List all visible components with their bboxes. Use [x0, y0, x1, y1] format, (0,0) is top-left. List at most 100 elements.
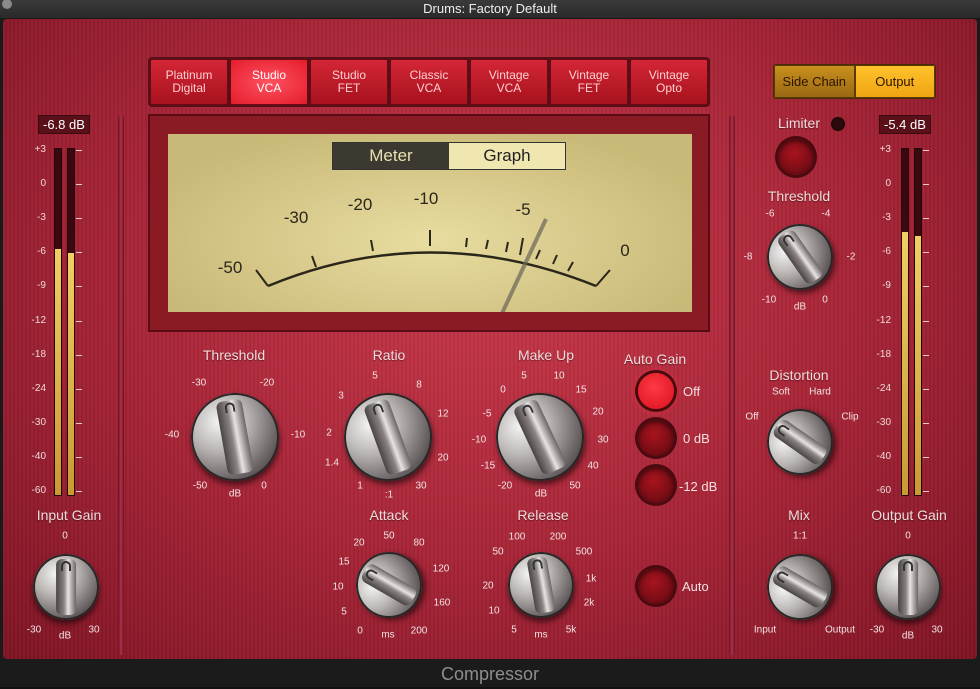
meter-scale-mark [923, 354, 929, 356]
side-chain-button[interactable]: Side Chain [774, 65, 855, 98]
auto-release-button[interactable] [638, 568, 674, 604]
model-vintage-opto[interactable]: Vintage Opto [630, 59, 708, 105]
right-divider [729, 115, 735, 655]
attack-tick: 5 [341, 606, 347, 618]
threshold-tick: -20 [259, 377, 275, 389]
makeup-tick: -10 [471, 434, 487, 446]
input-gain-tick: -30 [26, 624, 42, 636]
meter-scale-mark [76, 218, 82, 220]
release-tick: 2k [583, 597, 595, 609]
distortion-knob[interactable] [754, 396, 846, 488]
model-studio-vca[interactable]: Studio VCA [230, 59, 308, 105]
input-meter-left [54, 148, 62, 496]
left-divider [118, 115, 124, 655]
vu-tick-label: -10 [413, 189, 439, 208]
model-platinum-digital[interactable]: Platinum Digital [150, 59, 228, 105]
ratio-tick: 30 [415, 480, 427, 492]
meter-scale-mark [76, 184, 82, 186]
release-tick: 50 [492, 546, 504, 558]
threshold-tick: 0 [261, 480, 267, 492]
threshold-knob[interactable] [184, 386, 286, 488]
meter-scale-mark [923, 252, 929, 254]
mix-knob[interactable] [754, 541, 846, 633]
auto-gain-minus12db-label: -12 dB [679, 479, 718, 494]
output-gain-knob[interactable] [875, 554, 941, 620]
meter-scale-label: -18 [876, 348, 891, 360]
meter-display: Meter Graph -50 -30 -20 -10 -5 0 [148, 114, 710, 332]
distortion-tick: Off [745, 411, 759, 423]
limiter-threshold-tick: -8 [743, 251, 753, 263]
ratio-knob[interactable] [331, 380, 445, 494]
limiter-threshold-tick: -2 [846, 251, 856, 263]
meter-scale-label: -12 [876, 314, 891, 326]
auto-gain-minus12db-button[interactable] [638, 467, 674, 503]
attack-tick: 20 [353, 537, 365, 549]
attack-tick: 15 [338, 556, 350, 568]
release-tick: 20 [482, 580, 494, 592]
window-title: Drums: Factory Default [423, 1, 557, 16]
release-unit: ms [534, 629, 548, 641]
release-tick: 100 [508, 531, 526, 543]
vu-tick-label: -30 [283, 208, 309, 227]
threshold-label: Threshold [202, 347, 266, 363]
makeup-tick: -5 [482, 408, 492, 420]
title-bar: Drums: Factory Default [0, 0, 980, 18]
meter-scale-mark [76, 491, 82, 492]
meter-scale-mark [76, 286, 82, 288]
model-selector: Platinum Digital Studio VCA Studio FET C… [148, 57, 710, 107]
limiter-threshold-tick: -6 [765, 208, 775, 220]
ratio-tick: 3 [338, 390, 344, 402]
limiter-threshold-unit: dB [793, 301, 807, 313]
release-label: Release [517, 507, 569, 523]
input-gain-knob[interactable] [33, 554, 99, 620]
limiter-threshold-knob[interactable] [754, 211, 846, 303]
output-button[interactable]: Output [854, 65, 935, 98]
vu-needle [500, 218, 548, 312]
model-studio-fet[interactable]: Studio FET [310, 59, 388, 105]
ratio-label: Ratio [372, 347, 406, 363]
auto-gain-off-button[interactable] [638, 373, 674, 409]
model-vintage-vca[interactable]: Vintage VCA [470, 59, 548, 105]
meter-scale-label: -18 [31, 348, 46, 360]
meter-scale-mark [923, 184, 929, 186]
vu-tick-label: -5 [515, 200, 531, 219]
makeup-tick: 0 [500, 384, 506, 396]
limiter-button[interactable] [778, 139, 814, 175]
auto-gain-0db-button[interactable] [638, 420, 674, 456]
meter-scale-mark [76, 252, 82, 254]
model-classic-vca[interactable]: Classic VCA [390, 59, 468, 105]
close-icon[interactable] [2, 0, 12, 9]
release-tick: 500 [575, 546, 593, 558]
compressor-panel: Platinum Digital Studio VCA Studio FET C… [3, 19, 977, 659]
meter-scale-label: -3 [37, 212, 46, 224]
meter-scale-mark [76, 388, 82, 390]
output-gain-unit: dB [901, 630, 915, 642]
attack-tick: 120 [432, 563, 450, 575]
limiter-threshold-label: Threshold [767, 188, 831, 204]
meter-scale-mark [923, 491, 929, 492]
input-level-readout: -6.8 dB [38, 115, 90, 134]
meter-scale-label: -30 [876, 416, 891, 428]
output-level-readout: -5.4 dB [879, 115, 931, 134]
makeup-knob[interactable] [481, 378, 599, 496]
meter-scale-mark [76, 354, 82, 356]
attack-knob[interactable] [343, 539, 435, 631]
release-knob[interactable] [502, 546, 580, 624]
distortion-tick: Soft [772, 386, 790, 398]
meter-scale-mark [923, 456, 929, 458]
makeup-tick: 5 [521, 370, 527, 382]
meter-scale-mark [76, 320, 82, 322]
meter-scale-label: -9 [37, 280, 46, 292]
input-meter-right [67, 148, 75, 496]
ratio-tick: 1 [357, 480, 363, 492]
threshold-tick: -10 [290, 429, 306, 441]
release-tick: 1k [585, 573, 597, 585]
meter-scale-label: -40 [31, 450, 46, 462]
model-vintage-fet[interactable]: Vintage FET [550, 59, 628, 105]
release-tick: 5 [511, 624, 517, 636]
attack-tick: 200 [410, 625, 428, 637]
ratio-tick: 5 [372, 370, 378, 382]
meter-scale-label: -3 [882, 212, 891, 224]
threshold-tick: -40 [164, 429, 180, 441]
input-gain-unit: dB [58, 630, 72, 642]
